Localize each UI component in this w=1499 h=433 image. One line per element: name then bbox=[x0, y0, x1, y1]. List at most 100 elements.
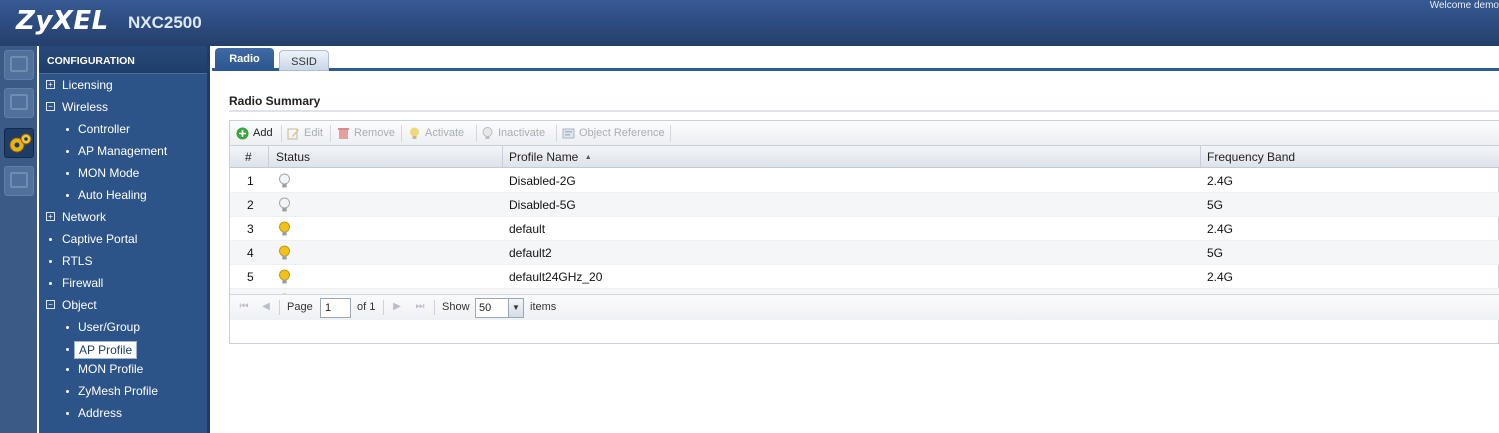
profile-name-cell: Disabled-5G bbox=[509, 198, 576, 212]
sidebar-item-mon-mode[interactable]: MON Mode bbox=[39, 166, 207, 186]
remove-button[interactable]: Remove bbox=[337, 125, 395, 142]
add-button[interactable]: Add bbox=[236, 125, 273, 142]
page-label: Page bbox=[287, 301, 313, 313]
sidebar-item-zymesh-profile[interactable]: ZyMesh Profile bbox=[39, 384, 207, 404]
first-page-icon[interactable]: ⏮ bbox=[238, 301, 250, 313]
sidebar-item-label: Controller bbox=[78, 122, 131, 136]
collapse-icon[interactable]: − bbox=[46, 300, 55, 309]
table-row[interactable]: 4 default2 5G bbox=[230, 241, 1499, 265]
column-divider bbox=[502, 146, 503, 168]
device-model: NXC2500 bbox=[128, 13, 202, 32]
profile-name-cell: default2 bbox=[509, 246, 552, 260]
next-page-icon[interactable]: ▶ bbox=[391, 301, 403, 313]
bullet-icon bbox=[66, 150, 69, 153]
frequency-band-cell: 5G bbox=[1207, 246, 1224, 260]
table-row[interactable]: 2 Disabled-5G 5G bbox=[230, 193, 1499, 217]
bullet-icon bbox=[66, 128, 69, 131]
object-reference-button[interactable]: Object Reference bbox=[562, 125, 665, 142]
page-size-value: 50 bbox=[479, 302, 492, 314]
sidebar-item-network[interactable]: + Network bbox=[39, 210, 207, 230]
tab-ssid[interactable]: SSID bbox=[279, 50, 329, 71]
row-number: 1 bbox=[247, 174, 254, 188]
monitor-rail-button[interactable] bbox=[4, 88, 34, 118]
bullet-icon bbox=[66, 390, 69, 393]
column-frequency-band[interactable]: Frequency Band bbox=[1207, 150, 1295, 164]
table-row[interactable]: 1 Disabled-2G 2.4G bbox=[230, 169, 1499, 193]
section-divider bbox=[229, 110, 1499, 112]
sidebar-item-rtls[interactable]: RTLS bbox=[39, 254, 207, 274]
welcome-text: Welcome demo bbox=[1429, 0, 1499, 11]
sidebar-item-mon-profile[interactable]: MON Profile bbox=[39, 362, 207, 382]
inactivate-button[interactable]: Inactivate bbox=[481, 125, 545, 142]
page-count: of 1 bbox=[357, 301, 376, 313]
collapse-icon[interactable]: − bbox=[46, 102, 55, 111]
sidebar-item-address[interactable]: Address bbox=[39, 406, 207, 426]
sidebar-item-label: Network bbox=[62, 210, 107, 224]
maintenance-rail-button[interactable] bbox=[4, 166, 34, 196]
sidebar-item-label: Address bbox=[78, 406, 123, 420]
toolbar-divider bbox=[476, 125, 477, 142]
expand-icon[interactable]: + bbox=[46, 212, 55, 221]
toolbar-divider bbox=[401, 125, 402, 142]
configuration-rail-button[interactable] bbox=[4, 128, 34, 158]
last-page-icon[interactable]: ⏭ bbox=[414, 301, 426, 313]
bulb-on-icon bbox=[279, 245, 290, 260]
bullet-icon bbox=[66, 348, 69, 351]
sidebar-item-label: User/Group bbox=[78, 320, 141, 334]
page-size-select[interactable]: 50 ▼ bbox=[475, 298, 524, 318]
items-label: items bbox=[530, 301, 557, 313]
sidebar-item-label: ZyMesh Profile bbox=[78, 384, 159, 398]
tab-radio[interactable]: Radio bbox=[215, 48, 274, 71]
row-number: 5 bbox=[247, 270, 254, 284]
tab-bar: Radio SSID bbox=[212, 46, 1499, 71]
column-divider bbox=[268, 146, 269, 168]
row-number: 4 bbox=[247, 246, 254, 260]
frequency-band-cell: 5G bbox=[1207, 198, 1224, 212]
sidebar-item-label: Captive Portal bbox=[62, 232, 138, 246]
sidebar-item-firewall[interactable]: Firewall bbox=[39, 276, 207, 296]
sidebar-item-ap-management[interactable]: AP Management bbox=[39, 144, 207, 164]
sidebar-item-wireless[interactable]: − Wireless bbox=[39, 100, 207, 120]
prev-page-icon[interactable]: ◀ bbox=[260, 301, 272, 313]
sidebar-item-ap-profile[interactable]: AP Profile bbox=[39, 341, 207, 362]
sidebar-item-label: Licensing bbox=[62, 78, 113, 92]
column-profile-name[interactable]: Profile Name ▲ bbox=[509, 150, 592, 164]
sidebar-item-label: AP Profile bbox=[74, 341, 138, 359]
sidebar-item-licensing[interactable]: + Licensing bbox=[39, 78, 207, 98]
column-divider bbox=[1200, 146, 1201, 168]
bulb-on-icon bbox=[279, 269, 290, 284]
activate-button[interactable]: Activate bbox=[408, 125, 464, 142]
table-row[interactable]: 5 default24GHz_20 2.4G bbox=[230, 265, 1499, 289]
dashboard-rail-button[interactable] bbox=[4, 50, 34, 80]
main-content: Radio Summary Add Edit Remove Activate I… bbox=[212, 74, 1499, 433]
trash-icon bbox=[338, 128, 349, 139]
frequency-band-cell: 2.4G bbox=[1207, 270, 1234, 284]
sidebar-item-label: RTLS bbox=[62, 254, 93, 268]
table-row[interactable]: 3 default 2.4G bbox=[230, 217, 1499, 241]
bullet-icon bbox=[66, 412, 69, 415]
toolbar-divider bbox=[330, 125, 331, 142]
sidebar-item-object[interactable]: − Object bbox=[39, 298, 207, 318]
sidebar-item-controller[interactable]: Controller bbox=[39, 122, 207, 142]
inactivate-label: Inactivate bbox=[498, 127, 546, 139]
profile-name-cell: default24GHz_20 bbox=[509, 270, 603, 284]
sidebar-item-captive-portal[interactable]: Captive Portal bbox=[39, 232, 207, 252]
page-number-input[interactable]: 1 bbox=[320, 298, 351, 318]
edit-button[interactable]: Edit bbox=[287, 125, 323, 142]
sidebar-item-auto-healing[interactable]: Auto Healing bbox=[39, 188, 207, 208]
bulb-on-icon bbox=[279, 221, 290, 236]
expand-icon[interactable]: + bbox=[46, 80, 55, 89]
profile-name-cell: default bbox=[509, 222, 546, 236]
pager-divider bbox=[383, 300, 384, 315]
column-num[interactable]: # bbox=[245, 150, 252, 164]
bullet-icon bbox=[66, 194, 69, 197]
bullet-icon bbox=[66, 172, 69, 175]
activate-label: Activate bbox=[425, 127, 465, 139]
sidebar-item-user-group[interactable]: User/Group bbox=[39, 320, 207, 340]
column-status[interactable]: Status bbox=[276, 150, 310, 164]
object-reference-icon bbox=[562, 128, 575, 139]
bullet-icon bbox=[49, 260, 52, 263]
add-icon bbox=[236, 127, 249, 140]
bulb-on-icon bbox=[410, 127, 419, 139]
gear-icon bbox=[9, 133, 32, 153]
